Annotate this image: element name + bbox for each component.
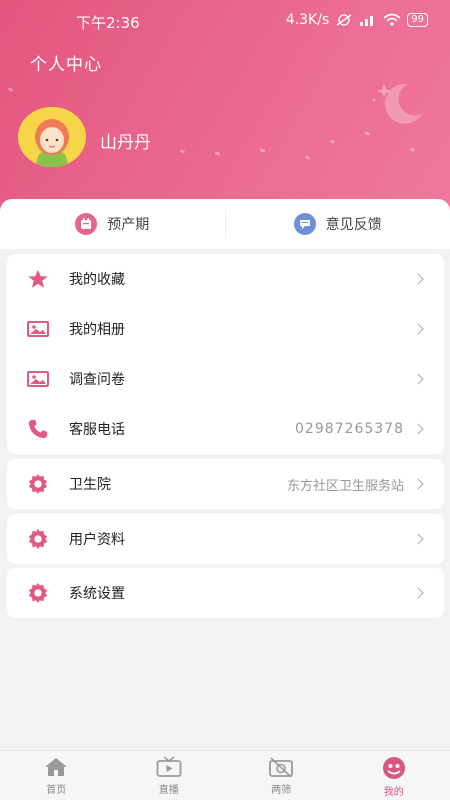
chevron-right-icon <box>412 273 424 285</box>
tab-home[interactable]: 首页 <box>0 751 113 800</box>
gear-icon <box>25 526 51 552</box>
feedback-button[interactable]: 意见反馈 <box>226 199 450 249</box>
camera-off-icon <box>269 757 294 778</box>
tab-mine[interactable]: 我的 <box>338 751 450 800</box>
due-date-label: 预产期 <box>107 217 150 233</box>
menu-item-hospital[interactable]: 卫生院 东方社区卫生服务站 <box>7 459 444 509</box>
decoration-dot <box>179 149 186 154</box>
network-speed: 4.3K/s <box>285 12 330 28</box>
menu-item-survey[interactable]: 调查问卷 <box>7 354 444 404</box>
mute-icon <box>336 14 352 26</box>
menu-item-label: 用户资料 <box>69 532 125 548</box>
battery-indicator: 99 <box>407 13 428 27</box>
menu-item-service-phone[interactable]: 客服电话 02987265378 <box>7 404 444 454</box>
hospital-name: 东方社区卫生服务站 <box>286 478 404 494</box>
image-icon <box>25 366 51 392</box>
wifi-icon <box>383 13 401 26</box>
status-indicators: 4.3K/s 99 <box>286 12 428 28</box>
chevron-right-icon <box>412 373 424 385</box>
decoration-dot <box>7 87 14 92</box>
chevron-right-icon <box>412 423 424 435</box>
chevron-right-icon <box>412 478 424 490</box>
calendar-icon <box>75 213 98 235</box>
chevron-right-icon <box>412 533 424 545</box>
decoration-dot <box>329 139 336 144</box>
username[interactable]: 山丹丹 <box>100 128 151 153</box>
tab-live[interactable]: 直播 <box>113 751 226 800</box>
menu-item-system-settings[interactable]: 系统设置 <box>7 568 444 618</box>
status-bar: 下午2:36 4.3K/s 99 <box>0 10 450 34</box>
bottom-tab-bar: 首页 直播 两筛 我的 <box>0 750 450 800</box>
tv-icon <box>156 756 182 777</box>
signal-icon <box>360 16 374 26</box>
tab-label: 首页 <box>46 785 67 796</box>
girl-avatar-icon <box>18 107 86 167</box>
moon-decoration-icon <box>372 83 422 124</box>
decoration-dot <box>409 147 416 152</box>
page-title: 个人中心 <box>30 55 102 75</box>
menu-card-settings: 系统设置 <box>7 568 444 618</box>
quick-actions: 预产期 意见反馈 <box>0 199 450 249</box>
decoration-dot <box>364 131 371 136</box>
gear-icon <box>25 471 51 497</box>
menu-item-label: 卫生院 <box>69 477 111 493</box>
chevron-right-icon <box>412 323 424 335</box>
menu-item-label: 我的相册 <box>69 322 125 338</box>
service-phone-number: 02987265378 <box>295 421 404 437</box>
star-icon <box>25 266 51 292</box>
tab-label: 直播 <box>158 785 179 796</box>
menu-item-label: 调查问卷 <box>69 372 125 388</box>
menu-card-main: 我的收藏 我的相册 调查问卷 客服电话 02987265378 <box>7 254 444 454</box>
tab-label: 我的 <box>383 787 404 798</box>
home-icon <box>45 758 68 776</box>
menu-item-user-profile[interactable]: 用户资料 <box>7 514 444 564</box>
due-date-button[interactable]: 预产期 <box>0 199 225 249</box>
chat-bubble-icon <box>293 213 316 235</box>
gear-icon <box>25 580 51 606</box>
phone-icon <box>25 416 51 442</box>
menu-item-label: 客服电话 <box>69 422 125 438</box>
avatar[interactable] <box>18 107 86 167</box>
image-icon <box>25 316 51 342</box>
menu-item-label: 我的收藏 <box>69 272 125 288</box>
decoration-dot <box>214 151 221 156</box>
menu-item-label: 系统设置 <box>69 586 125 602</box>
menu-card-profile: 用户资料 <box>7 514 444 564</box>
decoration-dot <box>304 155 311 160</box>
tab-screening[interactable]: 两筛 <box>225 751 338 800</box>
tab-label: 两筛 <box>271 785 292 796</box>
status-time: 下午2:36 <box>76 14 140 32</box>
menu-card-hospital: 卫生院 东方社区卫生服务站 <box>7 459 444 509</box>
menu-item-album[interactable]: 我的相册 <box>7 304 444 354</box>
menu-item-favorites[interactable]: 我的收藏 <box>7 254 444 304</box>
profile-icon <box>382 757 405 779</box>
feedback-label: 意见反馈 <box>325 217 382 233</box>
decoration-dot <box>259 148 266 153</box>
chevron-right-icon <box>412 587 424 599</box>
